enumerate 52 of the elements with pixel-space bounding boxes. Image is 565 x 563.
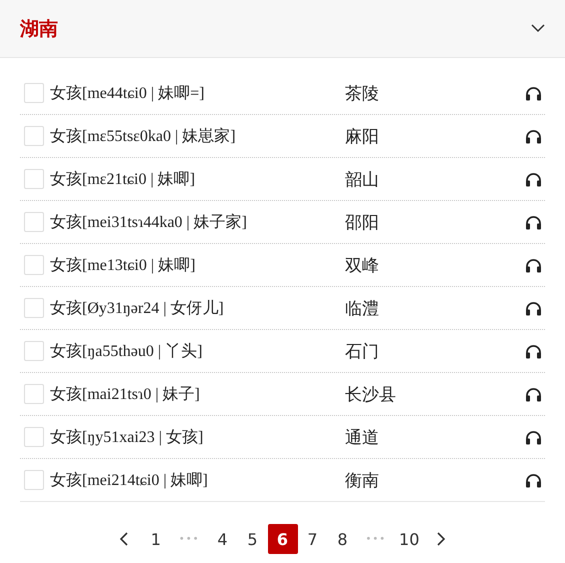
place-name: 临澧 xyxy=(345,298,380,320)
checkbox[interactable] xyxy=(24,126,44,146)
headphones-icon[interactable] xyxy=(525,472,542,488)
next-page-icon[interactable] xyxy=(436,532,446,546)
headphones-icon[interactable] xyxy=(525,172,542,186)
place-name: 邵阳 xyxy=(345,212,380,234)
word-entry: 女孩[me44tɕi0 | 妹唧=] xyxy=(50,84,206,104)
checkbox[interactable] xyxy=(24,83,44,103)
word-entry: 女孩[mɛ55tsɛ0ka0 | 妹崽家] xyxy=(50,126,237,146)
headphones-icon[interactable] xyxy=(525,214,542,230)
page-button[interactable]: 1 xyxy=(140,524,171,554)
word-entry: 女孩[mei214tɕi0 | 妹唧] xyxy=(50,470,209,490)
checkbox[interactable] xyxy=(24,384,44,404)
place-name: 长沙县 xyxy=(345,384,397,406)
place-name: 麻阳 xyxy=(345,126,380,148)
word-entry: 女孩[ŋy51xai23 | 女孩] xyxy=(50,428,204,448)
place-name: 韶山 xyxy=(345,168,380,190)
previous-page-icon[interactable] xyxy=(118,532,129,546)
page-button[interactable]: 4 xyxy=(208,524,238,554)
page-button[interactable]: 6 xyxy=(268,524,298,554)
headphones-icon[interactable] xyxy=(525,430,542,444)
place-name: 双峰 xyxy=(345,254,380,276)
headphones-icon[interactable] xyxy=(525,386,542,402)
page-button[interactable]: 8 xyxy=(328,524,358,554)
checkbox[interactable] xyxy=(24,212,44,232)
chevron-down-icon[interactable] xyxy=(531,24,545,33)
place-name: 通道 xyxy=(345,426,380,448)
word-entry: 女孩[mai21tsɿ0 | 妹子] xyxy=(50,384,201,404)
checkbox[interactable] xyxy=(24,169,44,189)
word-entry: 女孩[mei31tsɿ44ka0 | 妹子家] xyxy=(50,212,248,232)
headphones-icon[interactable] xyxy=(525,258,542,272)
place-name: 茶陵 xyxy=(345,82,380,104)
word-entry: 女孩[Øy31ŋər24 | 女伢儿] xyxy=(50,298,225,318)
checkbox[interactable] xyxy=(24,341,44,361)
place-name: 衡南 xyxy=(345,470,380,492)
page-button[interactable]: 5 xyxy=(238,524,268,554)
headphones-icon[interactable] xyxy=(525,300,542,316)
word-entry: 女孩[me13tɕi0 | 妹唧] xyxy=(50,256,196,276)
section-header[interactable]: 湖南 xyxy=(0,0,565,58)
page-button[interactable]: 10 xyxy=(394,524,424,554)
headphones-icon[interactable] xyxy=(525,86,542,100)
place-name: 石门 xyxy=(345,340,380,362)
page-button[interactable]: 7 xyxy=(298,524,328,554)
word-entry: 女孩[ŋa55thəu0 | 丫头] xyxy=(50,342,204,362)
headphones-icon[interactable] xyxy=(525,344,542,358)
checkbox[interactable] xyxy=(24,470,44,490)
headphones-icon[interactable] xyxy=(525,128,542,144)
checkbox[interactable] xyxy=(24,255,44,275)
checkbox[interactable] xyxy=(24,427,44,447)
section-title: 湖南 xyxy=(20,16,58,42)
checkbox[interactable] xyxy=(24,298,44,318)
word-entry: 女孩[mɛ21tɕi0 | 妹唧] xyxy=(50,170,196,190)
